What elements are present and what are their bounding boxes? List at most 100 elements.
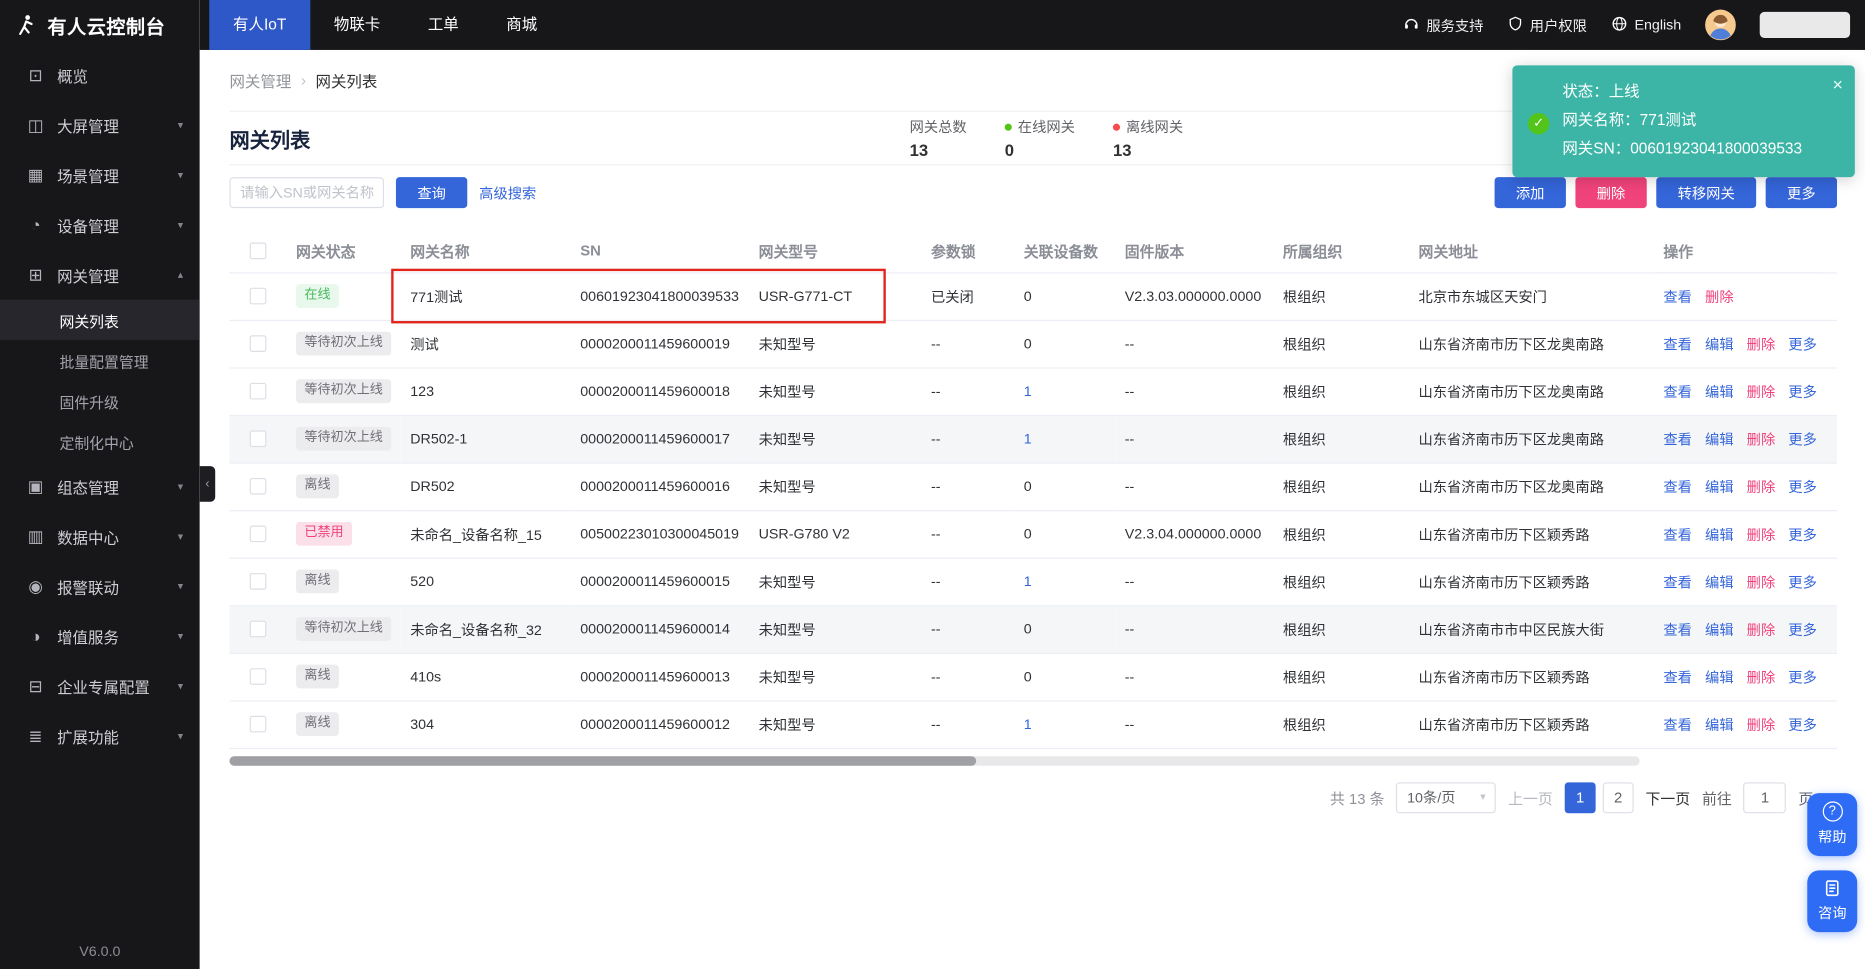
breadcrumb-parent[interactable]: 网关管理 <box>229 69 291 92</box>
op-delete-link[interactable]: 删除 <box>1747 431 1776 448</box>
row-checkbox[interactable] <box>249 383 267 400</box>
op-action-link[interactable]: 更多 <box>1788 479 1817 496</box>
topnav-tab-1[interactable]: 物联卡 <box>310 0 404 50</box>
op-action-link[interactable]: 查看 <box>1663 288 1692 305</box>
header-cell-3: 网关型号 <box>749 229 922 273</box>
op-action-link[interactable]: 编辑 <box>1705 716 1734 733</box>
nav-link-0[interactable]: 服务支持 <box>1403 15 1483 35</box>
sidebar-subitem-3[interactable]: 定制化中心 <box>0 421 200 461</box>
sidebar-item-10[interactable]: ≣ 扩展功能 ▾ <box>0 711 200 761</box>
sidebar-item-2[interactable]: ▦ 场景管理 ▾ <box>0 150 200 200</box>
username-redacted[interactable] <box>1759 11 1851 39</box>
row-checkbox[interactable] <box>249 288 267 305</box>
op-action-link[interactable]: 查看 <box>1663 526 1692 543</box>
op-action-link[interactable]: 更多 <box>1788 716 1817 733</box>
sidebar-item-7[interactable]: ◉ 报警联动 ▾ <box>0 561 200 611</box>
op-delete-link[interactable]: 删除 <box>1747 574 1776 591</box>
row-checkbox[interactable] <box>249 716 267 733</box>
op-delete-link[interactable]: 删除 <box>1747 526 1776 543</box>
action-button-2[interactable]: 转移网关 <box>1656 177 1757 209</box>
consult-button[interactable]: 咨询 <box>1807 870 1858 933</box>
page-button-2[interactable]: 2 <box>1602 781 1634 813</box>
close-icon[interactable]: × <box>1833 71 1843 100</box>
cell-linked-count: 0 <box>1014 462 1116 511</box>
row-checkbox[interactable] <box>249 668 267 686</box>
next-page-button[interactable]: 下一页 <box>1646 786 1691 809</box>
nav-link-1[interactable]: 用户权限 <box>1507 15 1587 35</box>
linked-count-link[interactable]: 1 <box>1024 383 1032 400</box>
op-action-link[interactable]: 查看 <box>1663 336 1692 353</box>
op-action-link[interactable]: 查看 <box>1663 621 1692 638</box>
logo[interactable]: 有人云控制台 <box>0 0 200 50</box>
op-action-link[interactable]: 编辑 <box>1705 574 1734 591</box>
op-delete-link[interactable]: 删除 <box>1747 336 1776 353</box>
page-button-1[interactable]: 1 <box>1564 781 1596 813</box>
sidebar-subitem-2[interactable]: 固件升级 <box>0 380 200 420</box>
op-action-link[interactable]: 更多 <box>1788 621 1817 638</box>
sidebar-item-5[interactable]: ▣ 组态管理 ▾ <box>0 461 200 511</box>
op-action-link[interactable]: 查看 <box>1663 431 1692 448</box>
prev-page-button[interactable]: 上一页 <box>1508 786 1553 809</box>
sidebar-collapse-handle[interactable]: ‹ <box>199 466 216 502</box>
select-all-checkbox[interactable] <box>249 242 267 260</box>
op-action-link[interactable]: 编辑 <box>1705 526 1734 543</box>
op-action-link[interactable]: 查看 <box>1663 669 1692 686</box>
search-input[interactable] <box>229 177 385 209</box>
op-action-link[interactable]: 更多 <box>1788 526 1817 543</box>
sidebar-subitem-0[interactable]: 网关列表 <box>0 299 200 341</box>
row-checkbox[interactable] <box>249 335 267 353</box>
nav-link-2[interactable]: English <box>1611 15 1681 35</box>
sidebar-item-3[interactable]: ◔ 设备管理 ▾ <box>0 200 200 250</box>
sidebar-item-0[interactable]: ⊡ 概览 <box>0 50 200 100</box>
op-action-link[interactable]: 查看 <box>1663 383 1692 400</box>
row-checkbox[interactable] <box>249 478 267 496</box>
op-action-link[interactable]: 查看 <box>1663 574 1692 591</box>
op-delete-link[interactable]: 删除 <box>1747 479 1776 496</box>
op-action-link[interactable]: 编辑 <box>1705 431 1734 448</box>
op-action-link[interactable]: 查看 <box>1663 479 1692 496</box>
op-delete-link[interactable]: 删除 <box>1747 716 1776 733</box>
topnav-tab-2[interactable]: 工单 <box>404 0 482 50</box>
topnav-tab-0[interactable]: 有人IoT <box>209 0 311 50</box>
sidebar-item-4[interactable]: ⊞ 网关管理 ▴ <box>0 250 200 300</box>
jump-page-input[interactable] <box>1743 781 1787 813</box>
shield-icon <box>1507 15 1522 35</box>
action-button-0[interactable]: 添加 <box>1494 177 1566 209</box>
op-delete-link[interactable]: 删除 <box>1747 669 1776 686</box>
op-action-link[interactable]: 编辑 <box>1705 669 1734 686</box>
op-action-link[interactable]: 更多 <box>1788 669 1817 686</box>
op-action-link[interactable]: 编辑 <box>1705 336 1734 353</box>
row-checkbox[interactable] <box>249 573 267 591</box>
action-button-1[interactable]: 删除 <box>1575 177 1647 209</box>
op-action-link[interactable]: 编辑 <box>1705 479 1734 496</box>
sidebar-item-1[interactable]: ◫ 大屏管理 ▾ <box>0 100 200 150</box>
search-button[interactable]: 查询 <box>395 177 468 209</box>
sidebar-item-9[interactable]: ⊟ 企业专属配置 ▾ <box>0 661 200 711</box>
page-size-select[interactable]: 10条/页 ▾ <box>1396 781 1497 813</box>
row-checkbox[interactable] <box>249 526 267 543</box>
op-action-link[interactable]: 更多 <box>1788 336 1817 353</box>
row-checkbox[interactable] <box>249 430 267 448</box>
topnav-tab-3[interactable]: 商城 <box>483 0 561 50</box>
op-action-link[interactable]: 编辑 <box>1705 383 1734 400</box>
linked-count-link[interactable]: 1 <box>1024 716 1032 733</box>
avatar[interactable] <box>1705 9 1736 41</box>
scrollbar-thumb[interactable] <box>229 755 977 766</box>
sidebar-subitem-1[interactable]: 批量配置管理 <box>0 340 200 380</box>
op-action-link[interactable]: 更多 <box>1788 431 1817 448</box>
op-delete-link[interactable]: 删除 <box>1705 288 1734 305</box>
help-button[interactable]: ? 帮助 <box>1807 793 1858 857</box>
advanced-search-link[interactable]: 高级搜索 <box>479 183 536 203</box>
op-action-link[interactable]: 更多 <box>1788 574 1817 591</box>
linked-count-link[interactable]: 1 <box>1024 430 1032 447</box>
op-delete-link[interactable]: 删除 <box>1747 621 1776 638</box>
sidebar-item-6[interactable]: ▥ 数据中心 ▾ <box>0 511 200 561</box>
action-button-3[interactable]: 更多 <box>1765 177 1838 209</box>
op-action-link[interactable]: 编辑 <box>1705 621 1734 638</box>
op-delete-link[interactable]: 删除 <box>1747 383 1776 400</box>
row-checkbox[interactable] <box>249 621 267 638</box>
linked-count-link[interactable]: 1 <box>1024 573 1032 590</box>
op-action-link[interactable]: 更多 <box>1788 383 1817 400</box>
op-action-link[interactable]: 查看 <box>1663 716 1692 733</box>
sidebar-item-8[interactable]: ◑ 增值服务 ▾ <box>0 611 200 661</box>
